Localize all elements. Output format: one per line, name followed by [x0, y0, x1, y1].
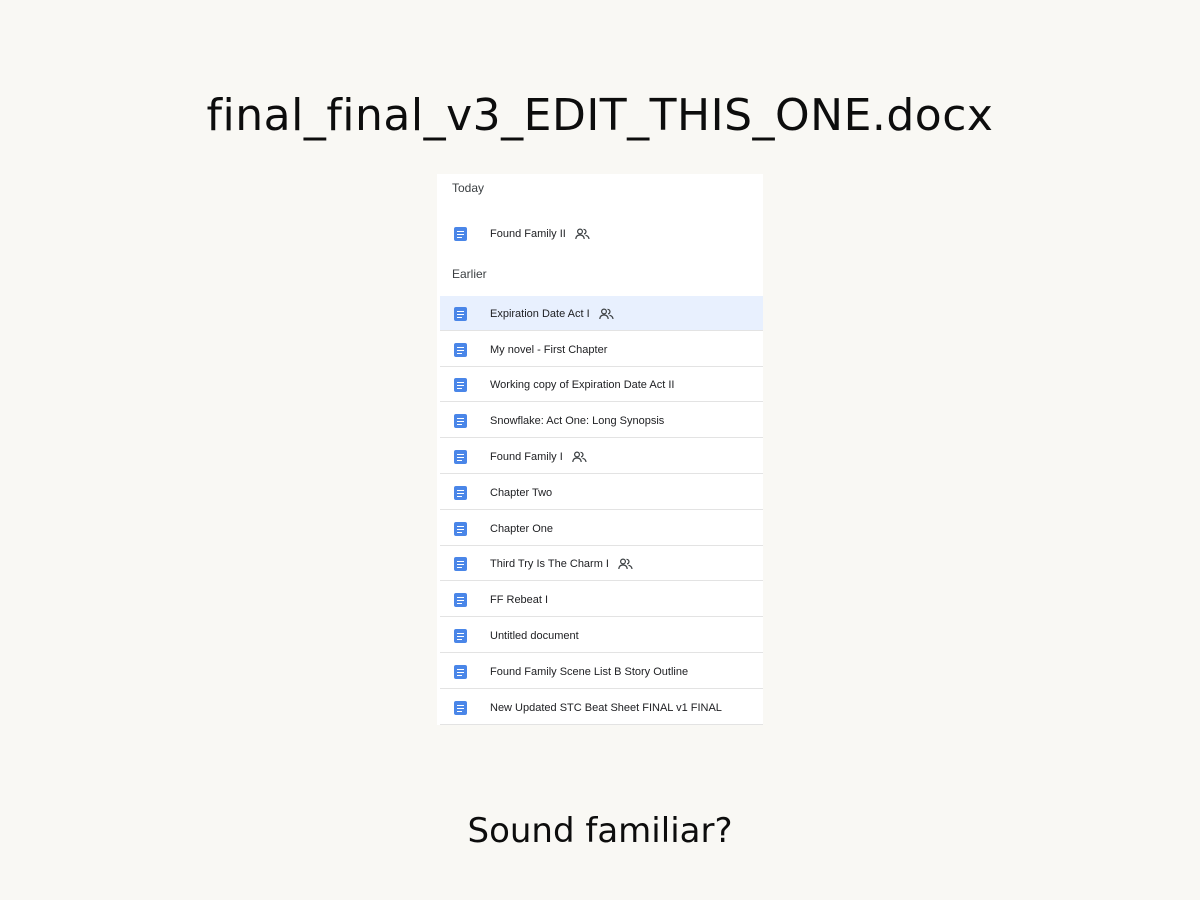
- footer-question: Sound familiar?: [467, 811, 733, 851]
- file-title: Found Family Scene List B Story Outline: [490, 666, 689, 678]
- shared-users-icon: [571, 451, 587, 463]
- file-row[interactable]: Found Family II: [440, 216, 763, 251]
- section-label-today: Today: [452, 181, 485, 195]
- google-docs-icon: [454, 450, 467, 464]
- file-title: Chapter One: [490, 523, 553, 535]
- file-title: Third Try Is The Charm I: [490, 558, 609, 570]
- headline: final_final_v3_EDIT_THIS_ONE.docx: [206, 90, 994, 141]
- file-row[interactable]: Working copy of Expiration Date Act II: [440, 367, 763, 402]
- google-docs-icon: [454, 557, 467, 571]
- file-row[interactable]: Chapter Two: [440, 475, 763, 510]
- file-title: FF Rebeat I: [490, 594, 549, 606]
- file-row[interactable]: My novel - First Chapter: [440, 332, 763, 367]
- file-title: Found Family II: [490, 228, 566, 240]
- google-docs-icon: [454, 486, 467, 500]
- file-title: New Updated STC Beat Sheet FINAL v1 FINA…: [490, 702, 722, 714]
- file-row[interactable]: Found Family Scene List B Story Outline: [440, 654, 763, 689]
- file-row[interactable]: Untitled document: [440, 618, 763, 653]
- file-row[interactable]: Found Family I: [440, 439, 763, 474]
- google-docs-icon: [454, 522, 467, 536]
- google-docs-icon: [454, 414, 467, 428]
- file-row[interactable]: Third Try Is The Charm I: [440, 546, 763, 581]
- file-title: My novel - First Chapter: [490, 344, 608, 356]
- file-title: Found Family I: [490, 451, 563, 463]
- file-row-selected[interactable]: Expiration Date Act I: [440, 296, 763, 331]
- file-title: Untitled document: [490, 630, 579, 642]
- file-row[interactable]: FF Rebeat I: [440, 582, 763, 617]
- recent-documents-panel: Today Earlier Found Family II Expiration…: [437, 174, 763, 725]
- google-docs-icon: [454, 629, 467, 643]
- file-title: Working copy of Expiration Date Act II: [490, 379, 675, 391]
- file-row[interactable]: Chapter One: [440, 511, 763, 546]
- file-title: Expiration Date Act I: [490, 308, 590, 320]
- google-docs-icon: [454, 227, 467, 241]
- shared-users-icon: [598, 308, 614, 320]
- file-row[interactable]: Snowflake: Act One: Long Synopsis: [440, 403, 763, 438]
- google-docs-icon: [454, 378, 467, 392]
- file-row[interactable]: New Updated STC Beat Sheet FINAL v1 FINA…: [440, 690, 763, 725]
- file-title: Chapter Two: [490, 487, 553, 499]
- google-docs-icon: [454, 343, 467, 357]
- section-label-earlier: Earlier: [452, 267, 487, 281]
- google-docs-icon: [454, 593, 467, 607]
- shared-users-icon: [618, 558, 633, 570]
- file-title: Snowflake: Act One: Long Synopsis: [490, 415, 665, 427]
- google-docs-icon: [454, 307, 467, 321]
- shared-users-icon: [575, 228, 590, 240]
- google-docs-icon: [454, 665, 467, 679]
- google-docs-icon: [454, 701, 467, 715]
